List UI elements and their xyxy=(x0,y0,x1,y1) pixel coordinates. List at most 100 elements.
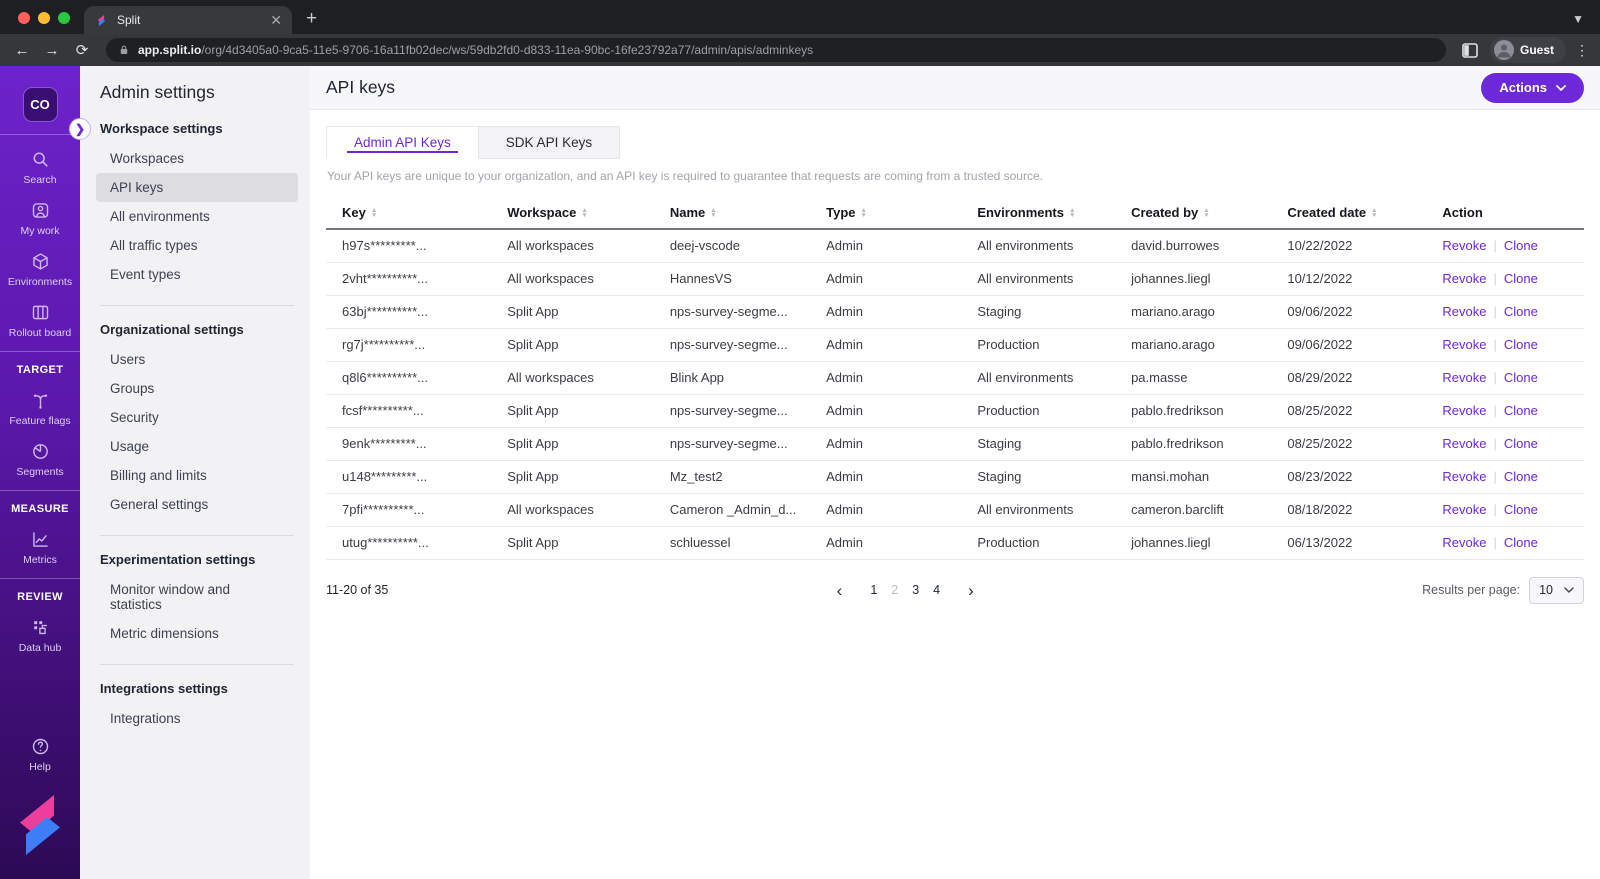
clone-link[interactable]: Clone xyxy=(1504,370,1538,385)
sort-icon[interactable]: ▲ ▼ xyxy=(861,207,867,219)
sort-icon[interactable]: ▲ ▼ xyxy=(710,207,716,219)
clone-link[interactable]: Clone xyxy=(1504,403,1538,418)
sidebar-item-search[interactable]: Search xyxy=(0,149,80,186)
action-separator: | xyxy=(1493,469,1497,485)
sidebar-item-environments[interactable]: Environments xyxy=(0,251,80,288)
sidebar-item-data-hub[interactable]: Data hub xyxy=(0,617,80,654)
nav-divider xyxy=(100,664,294,665)
nav-item-usage[interactable]: Usage xyxy=(96,432,298,461)
url-text: app.split.io/org/4d3405a0-9ca5-11e5-9706… xyxy=(138,43,813,57)
sort-icon[interactable]: ▲ ▼ xyxy=(371,207,377,219)
new-tab-button[interactable]: + xyxy=(306,9,317,28)
nav-item-workspaces[interactable]: Workspaces xyxy=(96,144,298,173)
nav-item-monitor-window-and-statistics[interactable]: Monitor window and statistics xyxy=(96,575,298,619)
side-panel-icon[interactable] xyxy=(1456,37,1484,63)
workspace-badge[interactable]: CO xyxy=(22,87,58,122)
page-number-3[interactable]: 3 xyxy=(910,583,921,597)
sidebar-expand-button[interactable]: ❯ xyxy=(69,118,91,140)
reload-button[interactable]: ⟳ xyxy=(68,37,96,63)
sort-icon[interactable]: ▲ ▼ xyxy=(1203,207,1209,219)
revoke-link[interactable]: Revoke xyxy=(1442,469,1486,484)
clone-link[interactable]: Clone xyxy=(1504,238,1538,253)
nav-item-all-traffic-types[interactable]: All traffic types xyxy=(96,231,298,260)
clone-link[interactable]: Clone xyxy=(1504,271,1538,286)
sidebar-item-feature-flags[interactable]: Feature flags xyxy=(0,390,80,427)
sidebar-item-label: My work xyxy=(20,225,60,237)
address-bar[interactable]: app.split.io/org/4d3405a0-9ca5-11e5-9706… xyxy=(106,38,1446,62)
cell-environments: All environments xyxy=(961,493,1116,527)
search-icon xyxy=(30,149,51,170)
browser-menu-icon[interactable]: ⋮ xyxy=(1572,42,1592,59)
nav-item-metric-dimensions[interactable]: Metric dimensions xyxy=(96,619,298,648)
chevron-right-icon[interactable]: › xyxy=(952,582,990,599)
window-minimize-button[interactable] xyxy=(38,12,50,24)
nav-item-api-keys[interactable]: API keys xyxy=(96,173,298,202)
sidebar-item-rollout-board[interactable]: Rollout board xyxy=(0,302,80,339)
revoke-link[interactable]: Revoke xyxy=(1442,271,1486,286)
revoke-link[interactable]: Revoke xyxy=(1442,304,1486,319)
sidebar-item-help[interactable]: Help xyxy=(0,736,80,773)
revoke-link[interactable]: Revoke xyxy=(1442,436,1486,451)
chevron-left-icon[interactable]: ‹ xyxy=(821,582,859,599)
clone-link[interactable]: Clone xyxy=(1504,535,1538,550)
sidebar-item-my-work[interactable]: My work xyxy=(0,200,80,237)
clone-link[interactable]: Clone xyxy=(1504,337,1538,352)
sort-icon[interactable]: ▲ ▼ xyxy=(1371,207,1377,219)
clone-link[interactable]: Clone xyxy=(1504,304,1538,319)
nav-item-integrations[interactable]: Integrations xyxy=(96,704,298,733)
nav-item-event-types[interactable]: Event types xyxy=(96,260,298,289)
revoke-link[interactable]: Revoke xyxy=(1442,370,1486,385)
nav-item-all-environments[interactable]: All environments xyxy=(96,202,298,231)
browser-window: Split ✕ + ▼ ← → ⟳ app.split.io/org/4d340… xyxy=(0,0,1600,879)
back-button[interactable]: ← xyxy=(8,37,36,63)
tab-search-chevron-down-icon[interactable]: ▼ xyxy=(1572,12,1584,26)
actions-button[interactable]: Actions xyxy=(1481,72,1584,103)
page-number-1[interactable]: 1 xyxy=(868,583,879,597)
action-separator: | xyxy=(1493,304,1497,320)
results-per-page-select[interactable]: 10 xyxy=(1529,576,1584,604)
cell-type: Admin xyxy=(810,361,962,395)
window-close-button[interactable] xyxy=(18,12,30,24)
sidebar-item-segments[interactable]: Segments xyxy=(0,441,80,478)
action-separator: | xyxy=(1493,271,1497,287)
clone-link[interactable]: Clone xyxy=(1504,469,1538,484)
table-row: u148*********... Split App Mz_test2 Admin St… xyxy=(326,460,1584,494)
sort-icon[interactable]: ▲ ▼ xyxy=(581,207,587,219)
clone-link[interactable]: Clone xyxy=(1504,502,1538,517)
column-header-key[interactable]: Key ▲ ▼ xyxy=(326,196,492,231)
tab-title: Split xyxy=(117,13,141,27)
page-number-2[interactable]: 2 xyxy=(889,583,900,597)
table-body: h97s*********... All workspaces deej-vscod… xyxy=(326,229,1584,560)
page-number-4[interactable]: 4 xyxy=(931,583,942,597)
tab-close-icon[interactable]: ✕ xyxy=(270,13,282,27)
column-header-type[interactable]: Type ▲ ▼ xyxy=(810,196,962,231)
window-zoom-button[interactable] xyxy=(58,12,70,24)
nav-item-users[interactable]: Users xyxy=(96,345,298,374)
browser-tab[interactable]: Split ✕ xyxy=(84,6,292,34)
column-header-environments[interactable]: Environments ▲ ▼ xyxy=(961,196,1116,231)
cell-action: Revoke | Clone xyxy=(1426,229,1584,263)
nav-item-general-settings[interactable]: General settings xyxy=(96,490,298,519)
column-header-workspace[interactable]: Workspace ▲ ▼ xyxy=(491,196,654,231)
forward-button[interactable]: → xyxy=(38,37,66,63)
column-header-created-by[interactable]: Created by ▲ ▼ xyxy=(1115,196,1272,231)
nav-item-groups[interactable]: Groups xyxy=(96,374,298,403)
revoke-link[interactable]: Revoke xyxy=(1442,337,1486,352)
tab-sdk-api-keys[interactable]: SDK API Keys xyxy=(478,126,621,159)
revoke-link[interactable]: Revoke xyxy=(1442,502,1486,517)
revoke-link[interactable]: Revoke xyxy=(1442,403,1486,418)
revoke-link[interactable]: Revoke xyxy=(1442,535,1486,550)
revoke-link[interactable]: Revoke xyxy=(1442,238,1486,253)
column-header-name[interactable]: Name ▲ ▼ xyxy=(653,196,811,231)
nav-item-billing-and-limits[interactable]: Billing and limits xyxy=(96,461,298,490)
sidebar-item-metrics[interactable]: Metrics xyxy=(0,529,80,566)
column-header-created-date[interactable]: Created date ▲ ▼ xyxy=(1271,196,1427,231)
sort-icon[interactable]: ▲ ▼ xyxy=(1069,207,1075,219)
nav-groups: Workspace settings Workspaces API keys All … xyxy=(96,121,310,733)
browser-profile-button[interactable]: Guest xyxy=(1489,37,1566,63)
clone-link[interactable]: Clone xyxy=(1504,436,1538,451)
api-keys-table: Key ▲ ▼ Workspace ▲ ▼ Name ▲ ▼ Type ▲ ▼ Environments… xyxy=(326,196,1584,560)
nav-item-security[interactable]: Security xyxy=(96,403,298,432)
table-row: utug**********... Split App schluessel Admi… xyxy=(326,526,1584,560)
tab-admin-api-keys[interactable]: Admin API Keys xyxy=(326,126,479,159)
